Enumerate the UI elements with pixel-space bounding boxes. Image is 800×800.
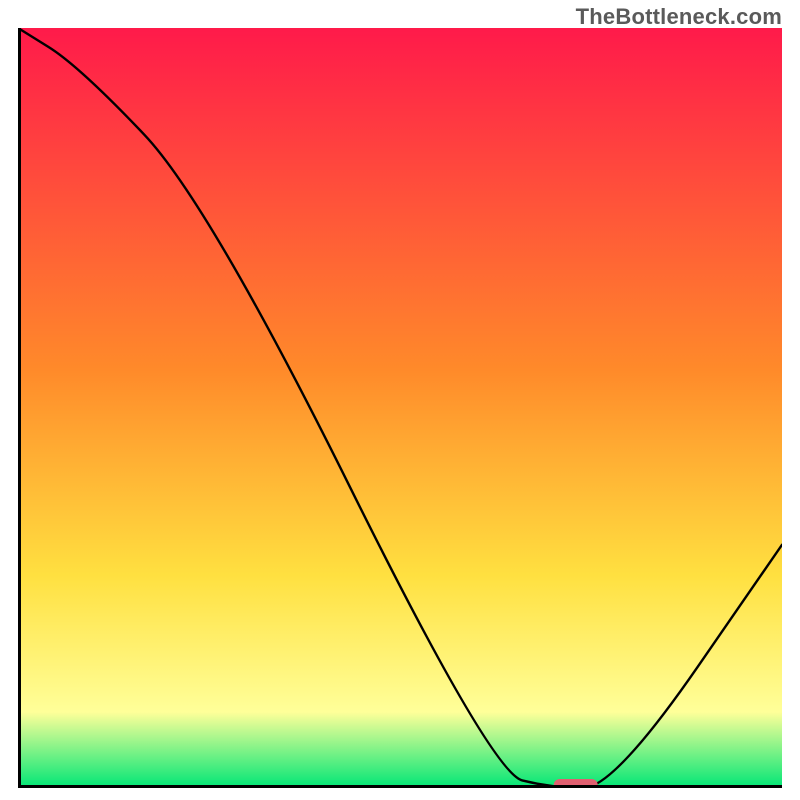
chart-container: TheBottleneck.com xyxy=(0,0,800,800)
axes-frame xyxy=(18,28,782,788)
watermark-text: TheBottleneck.com xyxy=(576,4,782,30)
